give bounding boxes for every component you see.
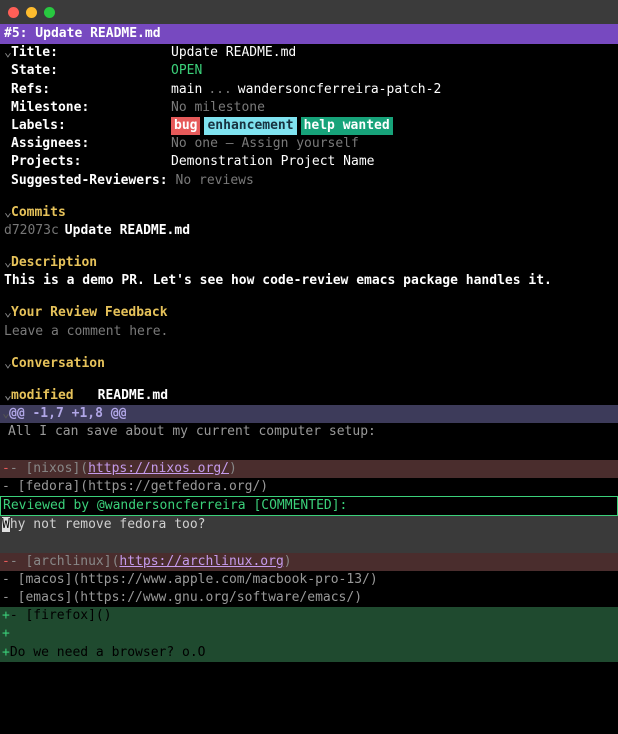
minimize-window-icon[interactable] — [26, 7, 37, 18]
commit-hash: d72073c — [4, 222, 59, 240]
link-archlinux[interactable]: https://archlinux.org — [119, 554, 283, 569]
title-value: Update README.md — [171, 44, 296, 62]
conversation-section[interactable]: ⌄ Conversation — [4, 355, 614, 373]
reviewers-label: Suggested-Reviewers: — [11, 172, 168, 190]
caret-icon[interactable]: ⌄ — [4, 387, 11, 405]
diff-keep-line: - [fedora](https://getfedora.org/) — [0, 478, 618, 496]
modified-file-section[interactable]: ⌄ modified README.md — [4, 387, 614, 405]
pr-header: #5: Update README.md — [0, 24, 618, 44]
conversation-heading: Conversation — [11, 355, 105, 373]
label-bug[interactable]: bug — [171, 117, 200, 135]
commits-heading: Commits — [11, 204, 66, 222]
diff-added-line: +Do we need a browser? o.O — [0, 644, 618, 662]
feedback-heading: Your Review Feedback — [11, 304, 168, 322]
diff-deleted-line: -- [archlinux](https://archlinux.org) — [0, 553, 618, 571]
feedback-input[interactable]: Leave a comment here. — [4, 323, 614, 341]
meta-reviewers: Suggested-Reviewers: No reviews — [4, 172, 614, 190]
minus-icon: - — [2, 461, 10, 476]
minus-icon: - — [2, 554, 10, 569]
refs-base: main — [171, 81, 202, 99]
refs-head: wandersoncferreira-patch-2 — [238, 81, 442, 99]
caret-icon[interactable]: ⌄ — [4, 355, 11, 373]
modified-label: modified — [11, 387, 74, 405]
state-label: State: — [11, 62, 171, 80]
diff-deleted-line: -- [nixos](https://nixos.org/) — [0, 460, 618, 478]
description-heading: Description — [11, 254, 97, 272]
diff-keep-line: - [emacs](https://www.gnu.org/software/e… — [0, 589, 618, 607]
diff-hunk-header[interactable]: ⌄@@ -1,7 +1,8 @@ — [0, 405, 618, 423]
meta-title: ⌄ Title: Update README.md — [4, 44, 614, 62]
fullscreen-window-icon[interactable] — [44, 7, 55, 18]
cursor-icon: W — [2, 517, 10, 532]
plus-icon: + — [2, 608, 10, 623]
description-section[interactable]: ⌄ Description — [4, 254, 614, 272]
plus-icon: + — [2, 645, 10, 660]
review-comment[interactable]: Why not remove fedora too? — [0, 516, 618, 534]
meta-milestone: Milestone: No milestone — [4, 99, 614, 117]
diff-added-line: + — [0, 625, 618, 643]
diff-hunk-text: @@ -1,7 +1,8 @@ — [9, 406, 126, 421]
meta-projects: Projects: Demonstration Project Name — [4, 153, 614, 171]
commit-item[interactable]: d72073c Update README.md — [4, 222, 614, 240]
plus-icon: + — [2, 626, 10, 641]
diff-keep-line: - [macos](https://www.apple.com/macbook-… — [0, 571, 618, 589]
link-nixos[interactable]: https://nixos.org/ — [88, 461, 229, 476]
caret-icon[interactable]: ⌄ — [4, 254, 11, 272]
state-value: OPEN — [171, 62, 202, 80]
meta-labels: Labels: bug enhancement help wanted — [4, 117, 614, 135]
commit-message: Update README.md — [65, 222, 190, 240]
title-label: Title: — [11, 44, 171, 62]
refs-label: Refs: — [11, 81, 171, 99]
commits-section[interactable]: ⌄ Commits — [4, 204, 614, 222]
window-titlebar — [0, 0, 618, 24]
label-help-wanted[interactable]: help wanted — [301, 117, 393, 135]
label-enhancement[interactable]: enhancement — [204, 117, 296, 135]
meta-refs: Refs: main ... wandersoncferreira-patch-… — [4, 81, 614, 99]
reviewers-value[interactable]: No reviews — [176, 172, 254, 190]
labels-label: Labels: — [11, 117, 171, 135]
caret-icon[interactable]: ⌄ — [4, 204, 11, 222]
caret-icon[interactable]: ⌄ — [2, 405, 9, 423]
milestone-label: Milestone: — [11, 99, 171, 117]
description-body: This is a demo PR. Let's see how code-re… — [4, 272, 614, 290]
diff-context-line: All I can save about my current computer… — [0, 423, 618, 441]
caret-icon[interactable]: ⌄ — [4, 44, 11, 62]
meta-assignees: Assignees: No one – Assign yourself — [4, 135, 614, 153]
assignees-value[interactable]: No one – Assign yourself — [171, 135, 359, 153]
milestone-value[interactable]: No milestone — [171, 99, 265, 117]
review-comment-blank — [0, 535, 618, 553]
meta-state: State: OPEN — [4, 62, 614, 80]
projects-value[interactable]: Demonstration Project Name — [171, 153, 375, 171]
pr-header-title: #5: Update README.md — [4, 26, 161, 41]
projects-label: Projects: — [11, 153, 171, 171]
caret-icon[interactable]: ⌄ — [4, 304, 11, 322]
diff-blank — [0, 442, 618, 460]
modified-filename: README.md — [98, 387, 168, 405]
close-window-icon[interactable] — [8, 7, 19, 18]
diff-added-line: +- [firefox]() — [0, 607, 618, 625]
refs-sep: ... — [202, 81, 237, 99]
review-status[interactable]: Reviewed by @wandersoncferreira [COMMENT… — [0, 496, 618, 516]
feedback-section[interactable]: ⌄ Your Review Feedback — [4, 304, 614, 322]
assignees-label: Assignees: — [11, 135, 171, 153]
